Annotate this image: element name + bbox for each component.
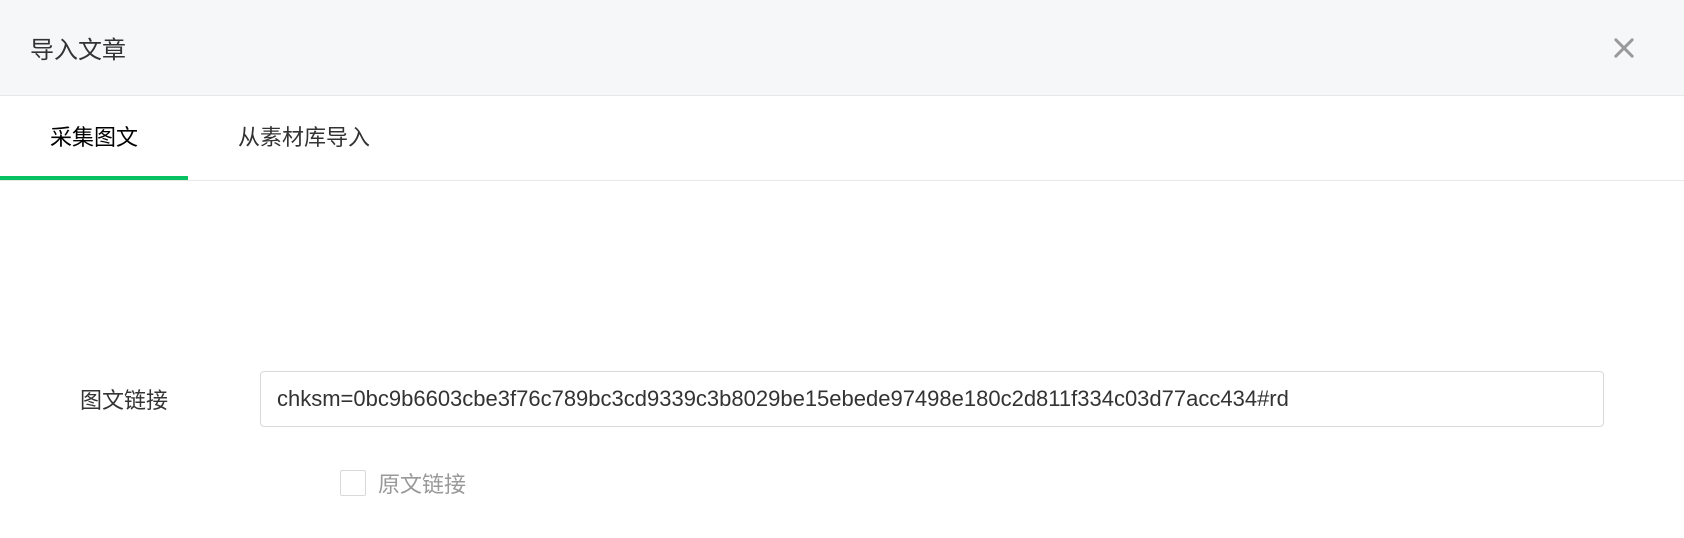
dialog-title: 导入文章 bbox=[30, 30, 126, 65]
original-link-checkbox[interactable] bbox=[340, 470, 366, 496]
original-link-label: 原文链接 bbox=[378, 467, 466, 499]
form-row-url: 图文链接 bbox=[80, 371, 1604, 427]
tab-collect[interactable]: 采集图文 bbox=[0, 96, 188, 180]
tabs-container: 采集图文 从素材库导入 bbox=[0, 96, 1684, 181]
tab-library[interactable]: 从素材库导入 bbox=[188, 96, 420, 180]
checkbox-row: 原文链接 bbox=[80, 467, 1604, 499]
dialog-header: 导入文章 bbox=[0, 0, 1684, 96]
close-icon[interactable] bbox=[1604, 28, 1644, 68]
content-area: 图文链接 原文链接 bbox=[0, 181, 1684, 499]
url-input[interactable] bbox=[260, 371, 1604, 427]
url-label: 图文链接 bbox=[80, 383, 260, 415]
